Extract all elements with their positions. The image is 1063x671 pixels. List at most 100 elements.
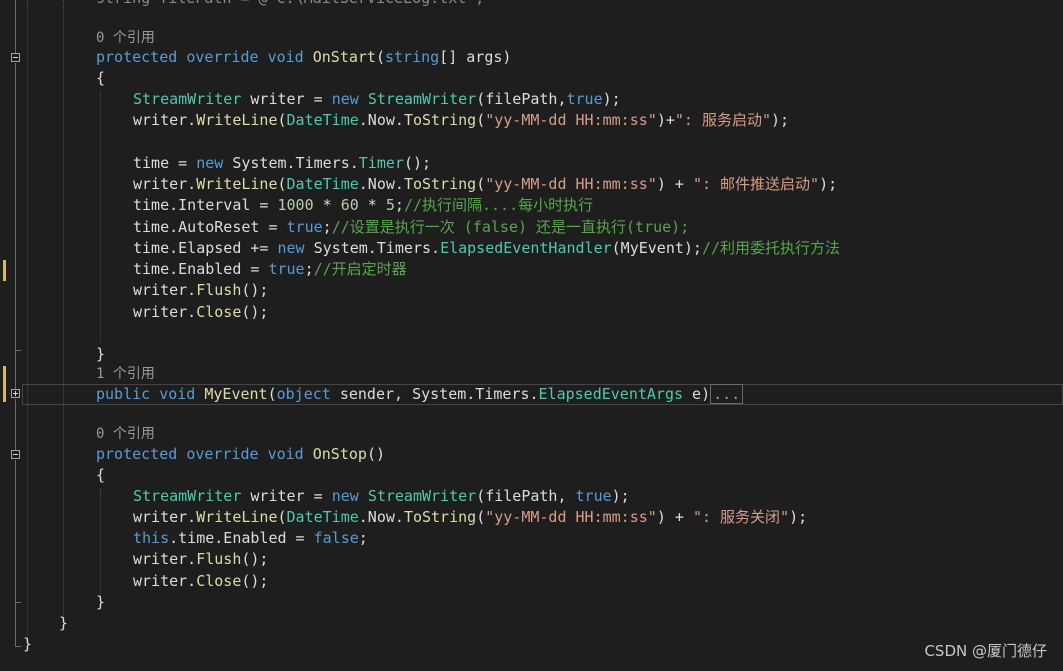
type-name: StreamWriter xyxy=(133,487,242,505)
keyword: override xyxy=(186,445,259,463)
codelens-references[interactable]: 1 个引用 xyxy=(96,364,155,385)
type-name: DateTime xyxy=(286,111,359,129)
number-literal: 60 xyxy=(340,196,359,214)
method-name: WriteLine xyxy=(196,175,278,193)
outline-line xyxy=(15,602,16,646)
indent-guide xyxy=(100,92,101,342)
comment: //执行间隔....每小时执行 xyxy=(403,196,594,214)
code-text: ( xyxy=(277,175,287,193)
code-line-onstart-signature[interactable]: protected override void OnStart(string[]… xyxy=(96,47,511,68)
outline-line xyxy=(15,646,21,647)
code-text: ; xyxy=(394,196,404,214)
code-line[interactable]: writer.Flush(); xyxy=(133,549,268,570)
code-line-onstop-signature[interactable]: protected override void OnStop() xyxy=(96,444,385,465)
comment: //利用委托执行方法 xyxy=(701,239,841,257)
keyword: public xyxy=(96,385,151,403)
code-text: ); xyxy=(819,175,838,193)
code-text: () xyxy=(366,445,385,463)
code-text: writer. xyxy=(133,281,197,299)
method-name: ToString xyxy=(403,508,477,526)
code-line[interactable]: StreamWriter writer = new StreamWriter(f… xyxy=(133,89,621,110)
code-text: ) + xyxy=(656,508,693,526)
code-text: (); xyxy=(241,281,269,299)
code-line[interactable]: writer.Flush(); xyxy=(133,280,268,301)
code-line-partial[interactable]: string filePath = @"C:\MailServiceLog.tx… xyxy=(96,0,484,9)
code-line[interactable]: { xyxy=(96,465,105,486)
code-line[interactable]: time.Elapsed += new System.Timers.Elapse… xyxy=(133,238,840,259)
type-name: DateTime xyxy=(286,508,359,526)
codelens-references[interactable]: 0 个引用 xyxy=(96,28,155,49)
code-line[interactable]: } xyxy=(23,634,32,655)
code-text: writer. xyxy=(133,508,197,526)
code-line[interactable]: } xyxy=(59,613,68,634)
keyword: string xyxy=(385,48,440,66)
code-text: .Now. xyxy=(358,111,404,129)
keyword: new xyxy=(331,90,359,108)
code-line[interactable]: this.time.Enabled = false; xyxy=(133,528,368,549)
collapse-onstart-icon[interactable] xyxy=(11,53,20,62)
code-line[interactable]: writer.Close(); xyxy=(133,302,268,323)
code-line[interactable]: writer.WriteLine(DateTime.Now.ToString("… xyxy=(133,174,837,195)
code-text: writer. xyxy=(133,111,197,129)
code-line[interactable]: } xyxy=(96,592,105,613)
code-line[interactable]: writer.WriteLine(DateTime.Now.ToString("… xyxy=(133,507,807,528)
code-line[interactable]: time.AutoReset = true;//设置是执行一次 (false) … xyxy=(133,217,689,238)
code-line[interactable]: StreamWriter writer = new StreamWriter(f… xyxy=(133,486,630,507)
code-text: sender, System.Timers. xyxy=(330,385,539,403)
keyword: true xyxy=(575,487,612,505)
code-text: * xyxy=(313,196,341,214)
outline-line xyxy=(15,0,16,53)
code-text: ; xyxy=(358,529,368,547)
comment: //开启定时器 xyxy=(313,260,407,278)
code-text: ( xyxy=(476,508,486,526)
type-name: Timer xyxy=(358,154,404,172)
method-name: WriteLine xyxy=(196,111,278,129)
outline-line xyxy=(15,460,16,602)
keyword: protected xyxy=(96,48,178,66)
collapse-onstop-icon[interactable] xyxy=(11,450,20,459)
code-text: writer. xyxy=(133,572,197,590)
code-line[interactable]: writer.WriteLine(DateTime.Now.ToString("… xyxy=(133,110,789,131)
codelens-references[interactable]: 0 个引用 xyxy=(96,424,155,445)
code-editor[interactable]: string filePath = @"C:\MailServiceLog.tx… xyxy=(0,0,1063,671)
keyword: new xyxy=(277,239,305,257)
code-text: time.Interval = xyxy=(133,196,278,214)
method-name: Flush xyxy=(196,550,242,568)
code-line[interactable]: time = new System.Timers.Timer(); xyxy=(133,153,431,174)
collapsed-block-indicator[interactable]: ... xyxy=(710,384,744,404)
method-name: WriteLine xyxy=(196,508,278,526)
code-line[interactable]: time.Enabled = true;//开启定时器 xyxy=(133,259,407,280)
method-name: OnStop xyxy=(312,445,367,463)
change-marker xyxy=(3,366,6,402)
code-line[interactable]: writer.Close(); xyxy=(133,571,268,592)
code-text: e) xyxy=(683,385,711,403)
keyword: false xyxy=(313,529,359,547)
method-name: Flush xyxy=(196,281,242,299)
method-name: ToString xyxy=(403,175,477,193)
method-name: Close xyxy=(196,572,242,590)
expand-myevent-icon[interactable] xyxy=(11,389,20,398)
string-literal: "yy-MM-dd HH:mm:ss" xyxy=(485,111,657,129)
code-text: )+ xyxy=(656,111,675,129)
indent-guide xyxy=(63,0,64,618)
method-name: OnStart xyxy=(312,48,376,66)
code-text: (); xyxy=(403,154,432,172)
keyword: void xyxy=(267,445,304,463)
code-text: .time.Enabled = xyxy=(169,529,314,547)
code-text: ); xyxy=(602,90,621,108)
code-text: * xyxy=(358,196,386,214)
string-literal: "yy-MM-dd HH:mm:ss" xyxy=(485,175,657,193)
code-line[interactable]: time.Interval = 1000 * 60 * 5;//执行间隔....… xyxy=(133,195,593,216)
code-text: time.Elapsed += xyxy=(133,239,278,257)
code-text: (); xyxy=(241,550,269,568)
keyword: new xyxy=(196,154,224,172)
code-text: (filePath, xyxy=(476,90,567,108)
code-text: time = xyxy=(133,154,197,172)
code-line[interactable]: { xyxy=(96,68,105,89)
type-name: DateTime xyxy=(286,175,359,193)
code-text: ); xyxy=(611,487,630,505)
code-line[interactable]: } xyxy=(96,344,105,365)
code-line-myevent-signature[interactable]: public void MyEvent(object sender, Syste… xyxy=(96,384,744,405)
